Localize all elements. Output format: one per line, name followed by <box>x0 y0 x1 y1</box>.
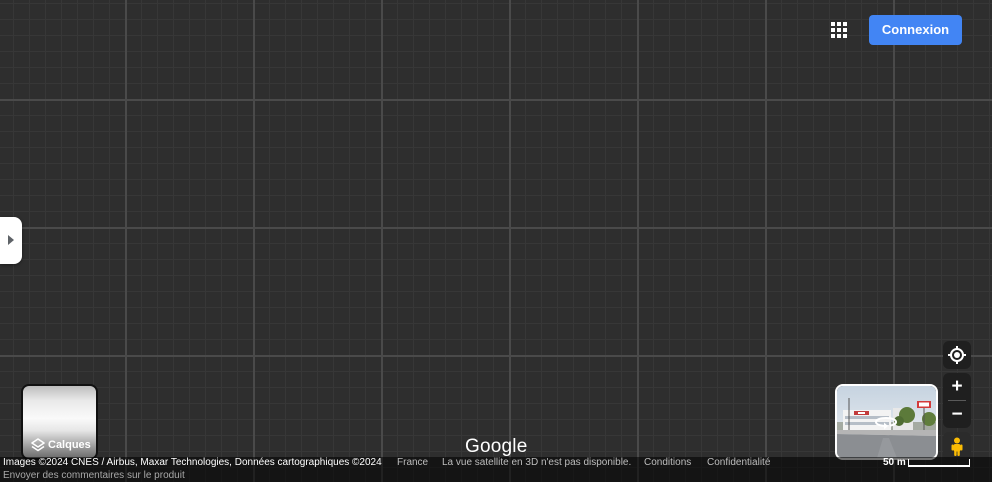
pegman-icon <box>951 437 963 456</box>
street-view-preview[interactable] <box>835 384 938 460</box>
layers-icon <box>31 438 45 452</box>
zoom-controls: + − <box>943 373 971 428</box>
google-apps-button[interactable] <box>827 18 851 42</box>
scale-bar[interactable] <box>908 459 970 467</box>
layers-label: Calques <box>48 439 91 451</box>
my-location-icon <box>948 346 966 364</box>
feedback-link[interactable]: Envoyer des commentaires sur le produit <box>3 470 185 482</box>
layers-button[interactable]: Calques <box>21 384 98 460</box>
google-logo: Google <box>465 436 528 457</box>
my-location-button[interactable] <box>943 341 971 369</box>
pegman-button[interactable] <box>943 432 971 460</box>
country-link[interactable]: France <box>397 457 428 469</box>
zoom-out-button[interactable]: − <box>943 401 971 428</box>
layers-caption: Calques <box>31 437 91 453</box>
chevron-right-icon <box>8 235 14 245</box>
privacy-link[interactable]: Confidentialité <box>707 457 770 469</box>
rotate-360-icon <box>874 416 898 430</box>
apps-grid-icon <box>831 22 847 38</box>
terms-link[interactable]: Conditions <box>644 457 691 469</box>
zoom-in-button[interactable]: + <box>943 373 971 400</box>
satellite-notice: La vue satellite en 3D n'est pas disponi… <box>442 457 632 468</box>
side-panel-toggle[interactable] <box>0 217 22 264</box>
scale-label[interactable]: 50 m <box>883 457 906 469</box>
signin-button[interactable]: Connexion <box>869 15 962 45</box>
attribution-text: Images ©2024 CNES / Airbus, Maxar Techno… <box>3 457 382 468</box>
